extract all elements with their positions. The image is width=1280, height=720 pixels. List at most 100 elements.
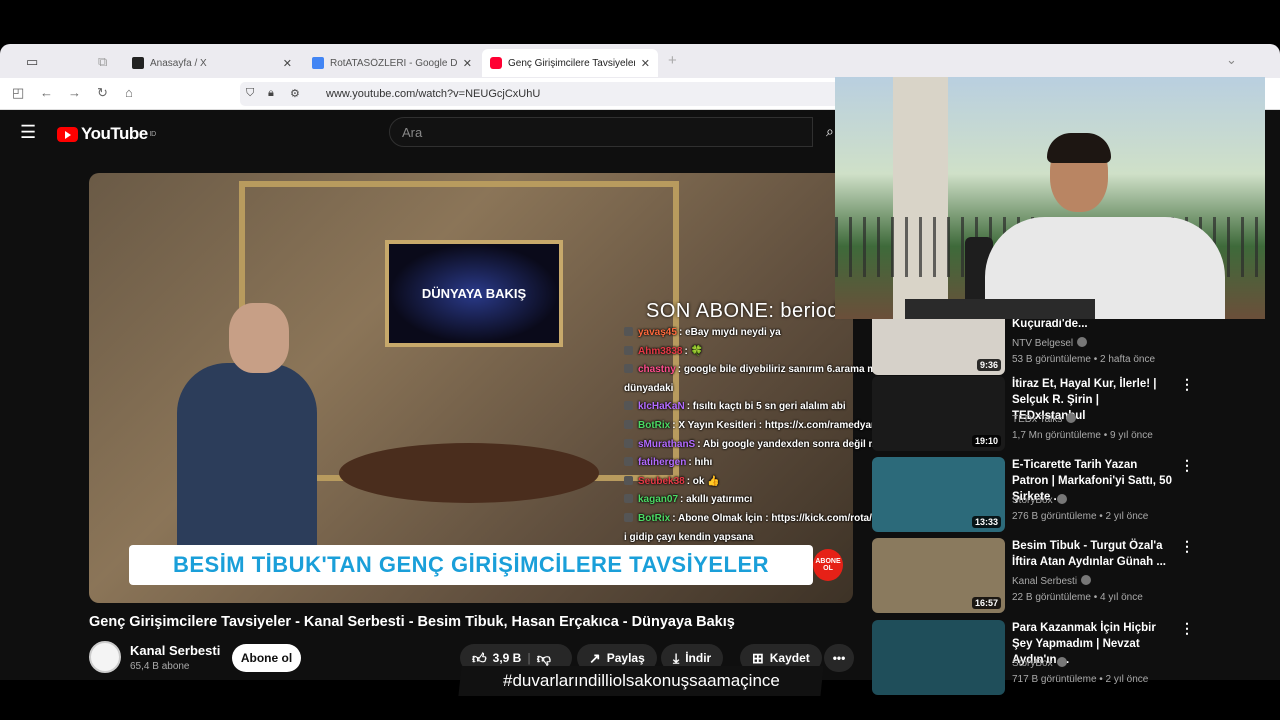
cam-pillar — [893, 77, 948, 319]
forward-icon[interactable]: → — [68, 85, 81, 100]
menu-icon[interactable]: ☰ — [20, 122, 36, 143]
subscriber-count: 65,4 B abone — [130, 661, 190, 672]
chat-text: : 🍀 — [684, 345, 704, 357]
x-favicon-icon — [132, 57, 144, 69]
close-tab-icon[interactable]: ✕ — [463, 57, 472, 70]
verified-icon — [1081, 575, 1092, 585]
tab-title: Genç Girişimcilere Tavsiyeler - Kanal Se… — [508, 57, 635, 69]
video-meta: 53 B görüntüleme • 2 hafta önce — [1012, 354, 1156, 365]
coffee-table — [339, 443, 599, 503]
video-thumbnail[interactable]: 13:33 — [872, 457, 1005, 532]
channel-name[interactable]: Kanal Serbesti — [130, 643, 220, 658]
video-meta: 1,7 Mn görüntüleme • 9 yıl önce — [1012, 430, 1153, 441]
home-icon[interactable]: ⌂ — [125, 85, 133, 100]
user-badge-icon — [624, 475, 633, 485]
logo-text: YouTube — [81, 124, 148, 143]
more-vert-icon[interactable]: ⋮ — [1180, 457, 1194, 474]
video-title: Genç Girişimcilere Tavsiyeler - Kanal Se… — [89, 614, 735, 630]
user-badge-icon — [624, 327, 633, 336]
video-banner: BESİM TİBUK'TAN GENÇ GİRİŞİMCİLERE TAVSİ… — [129, 545, 813, 585]
chat-username: yavaş45 — [638, 327, 677, 338]
more-vert-icon[interactable]: ⋮ — [1180, 538, 1194, 555]
user-badge-icon — [624, 512, 633, 522]
channel-name[interactable]: NTV Belgesel — [1012, 338, 1073, 349]
save-label: Kaydet — [769, 651, 810, 665]
video-meta: 22 B görüntüleme • 4 yıl önce — [1012, 592, 1143, 603]
shield-icon[interactable]: ⛉ — [246, 87, 254, 100]
screen: ▭ ⧉ Anasayfa / X ✕ RotATASÖZLERİ - Googl… — [0, 0, 1280, 720]
last-subscriber: SON ABONE: beriodas — [646, 300, 862, 322]
like-count: 3,9 B — [492, 651, 522, 665]
channel-name-row: StoryBox — [1012, 494, 1067, 506]
more-icon: ••• — [832, 651, 846, 665]
recommended-video[interactable]: Para Kazanmak İçin Hiçbir Şey Yapmadım |… — [872, 620, 1194, 698]
lock-icon[interactable]: 🔒︎ — [268, 87, 274, 100]
chat-username: fatihergen — [638, 457, 687, 469]
search-input[interactable]: Ara — [389, 117, 813, 147]
channel-avatar[interactable] — [89, 641, 121, 673]
channel-name-row: TEDx Talks — [1012, 413, 1077, 425]
more-vert-icon[interactable]: ⋮ — [1180, 376, 1194, 393]
tab-google-docs[interactable]: RotATASÖZLERİ - Google Doküman ✕ — [304, 49, 480, 77]
webcam-overlay — [835, 77, 1265, 319]
video-title[interactable]: Besim Tibuk - Turgut Özal'a İftira Atan … — [1012, 538, 1172, 570]
search-icon[interactable]: ⌕ — [826, 123, 834, 140]
video-duration: 9:36 — [976, 359, 1001, 371]
tab-groups-icon[interactable]: ⧉ — [98, 54, 107, 70]
tv-text: DÜNYAYA BAKIŞ — [421, 286, 527, 301]
tab-youtube[interactable]: Genç Girişimcilere Tavsiyeler - Kanal Se… — [482, 49, 658, 77]
share-icon: ↗ — [589, 649, 601, 666]
tab-title: Anasayfa / X — [150, 57, 207, 69]
extensions-icon[interactable]: ◰ — [12, 85, 24, 101]
address-bar[interactable]: ⛉ 🔒︎ ⚙ www.youtube.com/watch?v=NEUGcjCxU… — [240, 82, 840, 106]
video-thumbnail[interactable]: 19:10 — [872, 376, 1005, 451]
youtube-favicon-icon — [490, 57, 502, 69]
channel-name-row: NTV Belgesel — [1012, 337, 1088, 349]
chat-username: Ahm3838 — [638, 345, 683, 357]
guest-figure — [177, 363, 317, 563]
close-tab-icon[interactable]: ✕ — [641, 57, 650, 70]
recommended-video[interactable]: 13:33 E-Ticarette Tarih Yazan Patron | Ma… — [872, 457, 1194, 535]
channel-name[interactable]: StoryBox — [1012, 495, 1053, 506]
verified-icon — [1056, 494, 1067, 504]
more-actions-button[interactable]: ••• — [824, 644, 854, 672]
video-meta: 276 B görüntüleme • 2 yıl önce — [1012, 511, 1149, 522]
video-duration: 16:57 — [971, 597, 1001, 609]
thumbs-down-icon[interactable]: 👎︎ — [537, 650, 551, 667]
country-code: ID — [149, 130, 157, 138]
video-meta: 717 B görüntüleme • 2 yıl önce — [1012, 674, 1149, 685]
recommended-video[interactable]: 16:57 Besim Tibuk - Turgut Özal'a İftira … — [872, 538, 1194, 616]
reload-icon[interactable]: ↻ — [97, 85, 108, 101]
channel-name[interactable]: TEDx Talks — [1012, 414, 1062, 425]
permissions-icon[interactable]: ⚙ — [290, 87, 300, 100]
new-tab-icon[interactable]: + — [668, 52, 677, 69]
user-badge-icon — [624, 345, 633, 355]
tv-screen: DÜNYAYA BAKIŞ — [385, 240, 563, 347]
tab-list-chevron-icon[interactable]: ⌄ — [1226, 52, 1237, 68]
video-thumbnail[interactable]: 16:57 — [872, 538, 1005, 613]
close-tab-icon[interactable]: ✕ — [283, 57, 292, 70]
chat-username: BotRix — [638, 512, 671, 524]
video-thumbnail[interactable] — [872, 620, 1005, 695]
download-label: İndir — [685, 651, 712, 665]
chat-username: Seubek38 — [638, 475, 685, 487]
tab-title: RotATASÖZLERİ - Google Doküman — [330, 57, 457, 69]
verified-icon — [1077, 337, 1088, 347]
more-vert-icon[interactable]: ⋮ — [1180, 620, 1194, 637]
share-label: Paylaş — [606, 651, 645, 665]
recommended-video[interactable]: 19:10 İtiraz Et, Hayal Kur, İlerle! | Sel… — [872, 376, 1194, 454]
channel-name[interactable]: StoryBox — [1012, 658, 1053, 669]
chat-text: dünyadaki — [624, 382, 674, 394]
subscribe-button[interactable]: Abone ol — [232, 644, 301, 672]
channel-name[interactable]: Kanal Serbesti — [1012, 576, 1077, 587]
chat-text: : eBay mıydı neydi ya — [678, 327, 781, 338]
subscribe-badge: ABONE OL — [813, 549, 843, 581]
chat-text: : ok 👍 — [686, 475, 720, 487]
back-icon[interactable]: ← — [40, 85, 53, 100]
youtube-logo[interactable]: YouTube ID — [57, 124, 156, 144]
user-badge-icon — [624, 364, 633, 374]
tab-x[interactable]: Anasayfa / X ✕ — [124, 49, 300, 77]
chat-text: : X Yayın Kesitleri : https://x.com/rame… — [672, 419, 898, 431]
cam-laptop — [905, 299, 1095, 319]
sidebar-toggle-icon[interactable]: ▭ — [26, 54, 38, 70]
